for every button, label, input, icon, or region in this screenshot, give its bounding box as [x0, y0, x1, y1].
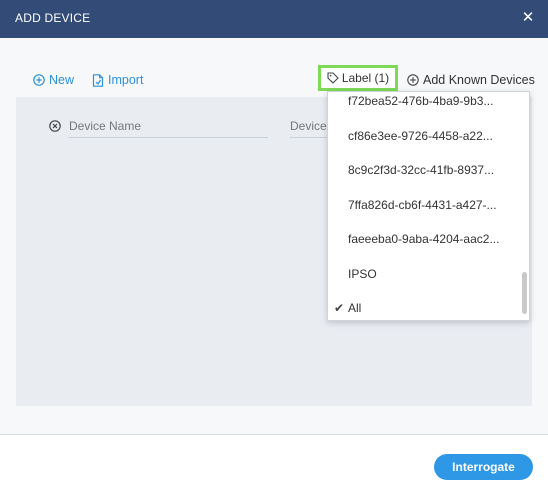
label-dropdown-list: f72bea52-476b-4ba9-9b3... cf86e3ee-9726-…: [328, 92, 518, 320]
dropdown-scrollbar[interactable]: [522, 272, 527, 314]
plus-circle-icon: [33, 74, 45, 86]
device-name-input[interactable]: Device Name: [69, 115, 268, 138]
label-option[interactable]: 8c9c2f3d-32cc-41fb-8937...: [328, 153, 518, 188]
label-option[interactable]: faeeeba0-9aba-4204-aac2...: [328, 222, 518, 257]
import-button-label: Import: [108, 73, 144, 87]
device-second-placeholder: Device: [290, 119, 327, 133]
label-option[interactable]: cf86e3ee-9726-4458-a22...: [328, 119, 518, 154]
add-known-devices-button[interactable]: Add Known Devices: [407, 72, 535, 88]
tag-icon: [327, 72, 339, 84]
title-bar: ADD DEVICE ✕: [0, 0, 548, 38]
label-option-all[interactable]: ✔ All: [328, 291, 518, 320]
label-filter-button[interactable]: Label (1): [318, 65, 398, 91]
import-button[interactable]: Import: [92, 72, 143, 88]
new-button[interactable]: New: [33, 72, 74, 88]
plus-circle-icon: [407, 74, 419, 86]
label-dropdown: f72bea52-476b-4ba9-9b3... cf86e3ee-9726-…: [327, 91, 530, 321]
close-icon[interactable]: ✕: [520, 9, 536, 25]
new-button-label: New: [49, 73, 75, 87]
import-file-icon: [92, 73, 104, 87]
label-option[interactable]: 7ffa826d-cb6f-4431-a427-...: [328, 188, 518, 223]
checkmark-icon: ✔: [334, 301, 345, 315]
label-option[interactable]: f72bea52-476b-4ba9-9b3...: [328, 92, 518, 119]
dialog-title: ADD DEVICE: [15, 11, 91, 25]
device-name-placeholder: Device Name: [69, 119, 142, 133]
footer-divider: [0, 434, 548, 435]
label-filter-label: Label (1): [341, 71, 390, 85]
interrogate-button[interactable]: Interrogate: [434, 454, 533, 480]
label-option[interactable]: IPSO: [328, 257, 518, 292]
remove-row-icon[interactable]: [49, 120, 61, 132]
add-known-devices-label: Add Known Devices: [423, 73, 535, 87]
